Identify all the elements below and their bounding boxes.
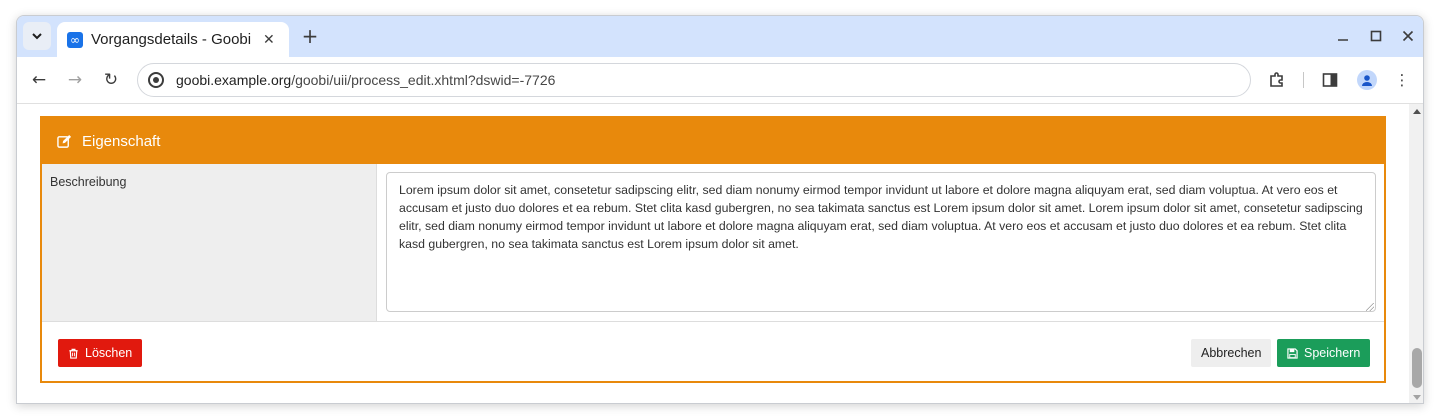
minimize-icon [1338, 39, 1348, 41]
kebab-menu-icon: ⋮ [1394, 71, 1410, 89]
panel-title: Eigenschaft [82, 132, 161, 150]
back-arrow-icon: ← [31, 70, 47, 90]
chevron-down-icon [32, 33, 42, 40]
scroll-thumb[interactable] [1412, 348, 1422, 388]
close-tab-icon[interactable]: ✕ [263, 32, 275, 48]
panel-header: Eigenschaft [42, 118, 1384, 164]
page-viewport: Eigenschaft Beschreibung Lorem ipsum dol… [17, 104, 1409, 403]
close-icon [1402, 30, 1414, 42]
scroll-up-arrow-icon[interactable] [1413, 109, 1421, 114]
tab-strip: ∞ Vorgangsdetails - Goobi ✕ + [17, 16, 1423, 57]
toolbar-divider [1303, 72, 1304, 88]
side-panel-icon [1322, 73, 1338, 87]
save-label: Speichern [1304, 346, 1361, 360]
description-label-cell: Beschreibung [42, 164, 377, 321]
save-button[interactable]: Speichern [1277, 339, 1371, 367]
close-window-button[interactable] [1398, 26, 1418, 46]
url-host: goobi.example.org [176, 72, 292, 88]
trash-icon [69, 348, 78, 359]
side-panel-button[interactable] [1320, 70, 1340, 90]
goobi-favicon-icon: ∞ [67, 31, 83, 48]
extensions-button[interactable] [1267, 70, 1287, 90]
maximize-button[interactable] [1366, 26, 1386, 46]
delete-button[interactable]: Löschen [58, 339, 143, 367]
browser-window: ∞ Vorgangsdetails - Goobi ✕ + ← → ↻ goob… [16, 15, 1424, 404]
description-textarea[interactable]: Lorem ipsum dolor sit amet, consetetur s… [386, 172, 1376, 312]
forward-arrow-icon: → [67, 70, 83, 90]
delete-label: Löschen [85, 346, 133, 360]
new-tab-button[interactable]: + [299, 25, 321, 47]
maximize-icon [1370, 30, 1382, 42]
cancel-label: Abbrechen [1201, 346, 1262, 360]
reload-icon: ↻ [103, 70, 119, 90]
description-label: Beschreibung [50, 175, 127, 189]
address-bar[interactable]: goobi.example.org/goobi/uii/process_edit… [137, 63, 1251, 97]
property-panel: Eigenschaft Beschreibung Lorem ipsum dol… [40, 116, 1386, 383]
edit-icon [57, 134, 72, 148]
panel-footer: Löschen Abbrechen Speichern [42, 323, 1384, 383]
person-icon [1362, 75, 1372, 86]
browser-toolbar: ← → ↻ goobi.example.org/goobi/uii/proces… [17, 57, 1423, 104]
tab-vorgangsdetails[interactable]: ∞ Vorgangsdetails - Goobi ✕ [57, 22, 289, 57]
url-text: goobi.example.org/goobi/uii/process_edit… [176, 72, 555, 88]
puzzle-icon [1270, 72, 1283, 87]
browser-menu-button[interactable]: ⋮ [1392, 70, 1412, 90]
minimize-button[interactable] [1333, 26, 1353, 46]
page-scrollbar[interactable] [1409, 104, 1423, 403]
back-button[interactable]: ← [28, 69, 50, 91]
site-info-icon[interactable] [148, 72, 164, 88]
url-path: /goobi/uii/process_edit.xhtml?dswid=-772… [291, 72, 556, 88]
textarea-resize-handle[interactable] [1366, 303, 1374, 311]
reload-button[interactable]: ↻ [100, 69, 122, 91]
tab-search-button[interactable] [23, 22, 51, 50]
cancel-button[interactable]: Abbrechen [1191, 339, 1272, 367]
floppy-disk-icon [1287, 347, 1298, 359]
description-row: Beschreibung Lorem ipsum dolor sit amet,… [42, 164, 1384, 322]
scroll-down-arrow-icon[interactable] [1413, 395, 1421, 400]
profile-avatar[interactable] [1357, 70, 1377, 90]
forward-button[interactable]: → [64, 69, 86, 91]
tab-title: Vorgangsdetails - Goobi [91, 31, 252, 48]
